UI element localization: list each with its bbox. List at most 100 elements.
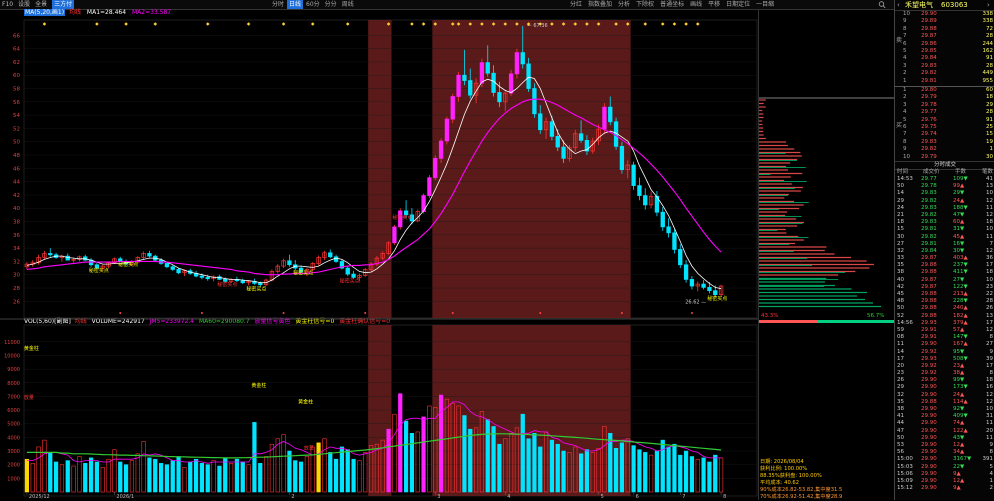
tick-row[interactable]: 20 29.92 23▲ 17 <box>897 363 993 370</box>
tick-row[interactable]: 21 29.82 47▼ 12 <box>897 212 993 219</box>
toolbar-item-1[interactable]: 设股 <box>18 0 30 9</box>
tick-row[interactable]: 14 29.83 29▼ 10 <box>897 190 993 197</box>
tick-row[interactable]: 44 29.90 74▲ 11 <box>897 420 993 427</box>
volume-bar <box>527 439 531 492</box>
ask-row[interactable]: 9 29.89 338 <box>903 18 993 25</box>
bid-row[interactable]: 4 29.77 28 <box>903 109 993 116</box>
ask-row[interactable]: 2 29.82 449 <box>903 70 993 77</box>
tick-row[interactable]: 15 29.81 31▼ 10 <box>897 226 993 233</box>
chart-annotation: 秘密买点 <box>118 261 138 268</box>
toolbar-item-3[interactable]: 三方付 <box>52 0 74 9</box>
bid-row[interactable]: 8 29.83 19 <box>903 139 993 146</box>
period-tab-1[interactable]: 日线 <box>287 0 303 9</box>
bid-row[interactable]: 5 29.76 91 <box>903 117 993 124</box>
kline-chart[interactable]: 6664626058565452504846444240383634323028… <box>0 10 758 500</box>
bid-row[interactable]: 2 29.79 18 <box>903 94 993 101</box>
tick-row[interactable]: 11 29.90 167▲ 27 <box>897 341 993 348</box>
bid-row[interactable]: 1 29.80 60 <box>903 87 993 94</box>
ask-row[interactable]: 3 29.83 28 <box>903 63 993 70</box>
ticks-list[interactable]: 14:53 29.77 109▼ 41 50 29.78 99▲ 13 14 29.83 29▼ 10… <box>897 176 993 492</box>
ask-row[interactable]: 8 29.88 72 <box>903 26 993 33</box>
tool-button-1[interactable]: 指数叠加 <box>588 0 612 9</box>
tick-row[interactable]: 32 29.90 24▲ 12 <box>897 392 993 399</box>
ask-row[interactable]: 10 29.90 338 <box>903 11 993 18</box>
tick-row[interactable]: 41 29.90 409▼ 31 <box>897 413 993 420</box>
tool-button-4[interactable]: 普通坐标 <box>660 0 684 9</box>
tool-button-7[interactable]: 日期定位 <box>726 0 750 9</box>
chevron-right-icon[interactable]: › <box>987 0 990 10</box>
tick-row[interactable]: 14:56 29.93 379▲ 17 <box>897 320 993 327</box>
tick-row[interactable]: 23 29.92 38▲ 8 <box>897 370 993 377</box>
period-tab-0[interactable]: 分时 <box>270 0 286 9</box>
tick-row[interactable]: 29 29.82 24▲ 12 <box>897 198 993 205</box>
chevron-left-icon[interactable]: ‹ <box>897 0 900 10</box>
tick-row[interactable]: 15:00 29.90 3167▼ 391 <box>897 456 993 463</box>
tick-row[interactable]: 52 29.88 182▲ 13 <box>897 313 993 320</box>
tick-row[interactable]: 56 29.90 34▲ 8 <box>897 449 993 456</box>
tick-row[interactable]: 38 29.90 92▼ 10 <box>897 406 993 413</box>
volume-bar <box>258 463 262 492</box>
tick-row[interactable]: 17 29.93 508▼ 39 <box>897 356 993 363</box>
price-axis-label: 38 <box>13 220 20 226</box>
bid-row[interactable]: 10 29.79 30 <box>903 154 993 161</box>
volume-bar <box>410 433 414 492</box>
tick-row[interactable]: 38 29.88 411▼ 18 <box>897 269 993 276</box>
volume-bar <box>358 461 362 492</box>
tick-row[interactable]: 18 29.83 60▲ 18 <box>897 219 993 226</box>
tick-row[interactable]: 29 29.90 173▼ 16 <box>897 384 993 391</box>
tick-row[interactable]: 48 29.88 228▼ 28 <box>897 298 993 305</box>
tick-row[interactable]: 50 29.78 99▲ 13 <box>897 183 993 190</box>
period-tab-4[interactable]: 周线 <box>340 0 356 9</box>
tick-row[interactable]: 45 29.88 213▲ 22 <box>897 291 993 298</box>
tick-row[interactable]: 32 29.84 30▼ 12 <box>897 248 993 255</box>
tick-row[interactable]: 50 29.90 43▼ 11 <box>897 435 993 442</box>
ask-row[interactable]: 1 29.81 955 <box>903 78 993 85</box>
tick-row[interactable]: 50 29.88 240▲ 26 <box>897 305 993 312</box>
tick-row[interactable]: 27 29.81 16▼ 7 <box>897 241 993 248</box>
tick-row[interactable]: 33 29.87 403▲ 36 <box>897 255 993 262</box>
tick-row[interactable]: 35 29.88 237▼ 17 <box>897 262 993 269</box>
volume-bar <box>416 432 420 492</box>
tool-button-6[interactable]: 平移 <box>708 0 720 9</box>
tick-row[interactable]: 08 29.91 147▼ 8 <box>897 334 993 341</box>
bid-row[interactable]: 7 29.74 15 <box>903 131 993 138</box>
tick-row[interactable]: 15:06 29.90 9▲ 4 <box>897 471 993 478</box>
tick-row[interactable]: 30 29.82 45▲ 11 <box>897 234 993 241</box>
tick-row[interactable]: 59 29.91 57▲ 12 <box>897 327 993 334</box>
tick-row[interactable]: 14:53 29.77 109▼ 41 <box>897 176 993 183</box>
tick-row[interactable]: 26 29.90 99▼ 18 <box>897 377 993 384</box>
tick-row[interactable]: 53 29.90 12▲ 9 <box>897 442 993 449</box>
tick-row[interactable]: 40 29.87 27▼ 10 <box>897 277 993 284</box>
tool-button-3[interactable]: 下除权 <box>636 0 654 9</box>
period-tab-3[interactable]: 分分 <box>323 0 339 9</box>
tool-button-8[interactable]: 一目缩 <box>756 0 774 9</box>
volume-axis-label: 11000 <box>4 340 20 346</box>
tick-row[interactable]: 35 29.88 114▲ 12 <box>897 399 993 406</box>
ask-row[interactable]: 4 29.84 91 <box>903 55 993 62</box>
volume-axis-label: 10000 <box>4 353 20 359</box>
tick-row[interactable]: 15:03 29.90 22▼ 5 <box>897 464 993 471</box>
tick-row[interactable]: 15:12 29.90 9▲ 2 <box>897 485 993 492</box>
signal-diamond <box>410 22 414 26</box>
tick-row[interactable]: 42 29.87 122▼ 23 <box>897 284 993 291</box>
tick-row[interactable]: 47 29.90 122▲ 20 <box>897 428 993 435</box>
tool-button-2[interactable]: 分析 <box>618 0 630 9</box>
period-tab-2[interactable]: 60分 <box>304 0 322 9</box>
ask-row[interactable]: 5 29.85 162 <box>903 48 993 55</box>
price-axis-label: 58 <box>13 87 20 93</box>
bid-row[interactable]: 6 29.75 25 <box>903 124 993 131</box>
bid-row[interactable]: 3 29.78 29 <box>903 102 993 109</box>
search-icon[interactable] <box>878 0 886 9</box>
ask-row[interactable]: 7 29.87 28 <box>903 33 993 40</box>
candle <box>142 251 146 259</box>
chart-annotation: 秘密买点 <box>707 295 727 302</box>
tick-row[interactable]: 15:09 29.90 12▲ 1 <box>897 478 993 485</box>
tool-button-5[interactable]: 画线 <box>690 0 702 9</box>
toolbar-item-0[interactable]: F10 <box>2 0 13 9</box>
bid-row[interactable]: 9 29.82 1 <box>903 146 993 153</box>
ask-row[interactable]: 6 29.86 244 <box>903 41 993 48</box>
tick-row[interactable]: 14 29.92 95▼ 9 <box>897 349 993 356</box>
tool-button-0[interactable]: 分红 <box>570 0 582 9</box>
toolbar-item-2[interactable]: 全景 <box>35 0 47 9</box>
tick-row[interactable]: 24 29.83 188▼ 11 <box>897 205 993 212</box>
